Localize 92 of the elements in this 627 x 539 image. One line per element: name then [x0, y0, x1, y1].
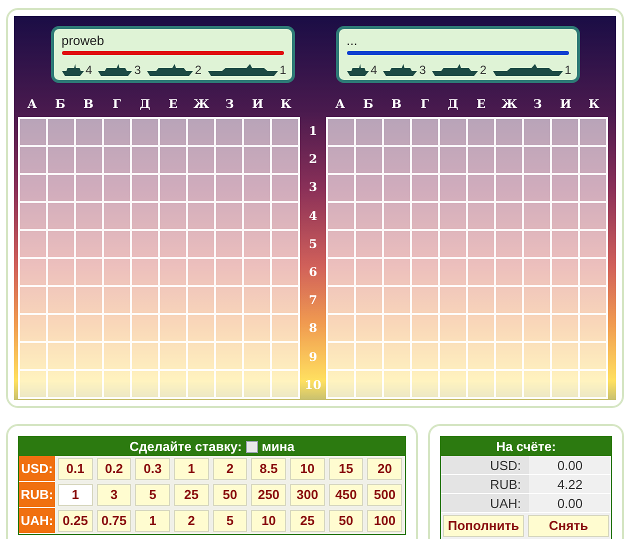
row-label: 2: [308, 151, 318, 168]
row-label: 5: [308, 236, 318, 253]
amount-button[interactable]: 20: [367, 458, 402, 480]
ship-count: 4: [370, 64, 378, 76]
column-label: З: [532, 96, 543, 113]
ship-count: 2: [480, 64, 487, 76]
amount-button[interactable]: 25: [174, 484, 209, 506]
column-label: Е: [476, 96, 487, 113]
amount-button[interactable]: 1: [174, 458, 209, 480]
column-label: И: [559, 96, 572, 113]
amount-button[interactable]: 1: [135, 510, 170, 532]
amount-button[interactable]: 50: [212, 484, 248, 506]
amount-button[interactable]: 1: [58, 484, 93, 506]
column-label: Б: [362, 96, 374, 113]
ship-count: 2: [194, 64, 202, 76]
ship-icon: [208, 64, 278, 76]
column-label: А: [26, 96, 38, 113]
balance-amount: 0.00: [556, 457, 584, 474]
column-label: А: [334, 96, 346, 113]
column-label: В: [82, 96, 95, 113]
amount-button[interactable]: 50: [328, 510, 364, 532]
game-grid[interactable]: [326, 117, 608, 399]
balance-button[interactable]: Снять: [528, 515, 609, 537]
currency-label: RUB:: [441, 475, 529, 493]
player-name: ...: [346, 33, 358, 49]
column-label: Д: [138, 96, 152, 113]
column-label: Ж: [500, 96, 518, 113]
currency-label: UAH:: [441, 494, 529, 512]
amount-button[interactable]: 10: [251, 510, 286, 532]
ship-icon: [98, 64, 132, 76]
amount-button[interactable]: 5: [212, 510, 248, 532]
player-name: proweb: [62, 33, 106, 49]
amount-button[interactable]: 2: [212, 458, 248, 480]
column-label: З: [224, 96, 235, 113]
amount-button[interactable]: 15: [328, 458, 364, 480]
currency-label: UAH:: [19, 508, 55, 534]
bet-title: Сделайте ставку:: [130, 438, 242, 456]
amount-button[interactable]: 0.75: [96, 510, 132, 532]
mine-checkbox[interactable]: [246, 440, 258, 452]
ship-count: 4: [86, 64, 92, 76]
column-label: Д: [446, 96, 460, 113]
column-label: И: [251, 96, 264, 113]
column-label: Е: [168, 96, 179, 113]
column-label: Г: [112, 96, 122, 113]
row-label: 4: [308, 208, 318, 225]
row-label: 3: [308, 179, 318, 196]
row-label: 9: [308, 348, 318, 366]
column-label: Г: [420, 96, 430, 113]
column-label: В: [390, 96, 403, 113]
ship-icon: [383, 64, 418, 76]
column-label: Б: [54, 96, 66, 113]
balance-amount: 4.22: [556, 476, 584, 493]
ship-icon: [432, 64, 478, 76]
amount-button[interactable]: 100: [367, 510, 402, 532]
amount-button[interactable]: 5: [135, 484, 170, 506]
ship-count: 3: [419, 64, 426, 76]
amount-button[interactable]: 300: [290, 484, 325, 506]
game-grid[interactable]: [18, 117, 300, 399]
currency-label: USD:: [19, 456, 55, 482]
row-label: 8: [308, 320, 318, 338]
column-label: К: [587, 96, 600, 113]
column-label: Ж: [192, 96, 210, 113]
ship-icon: [146, 64, 193, 76]
currency-label: USD:: [441, 456, 529, 474]
amount-button[interactable]: 500: [367, 484, 402, 506]
currency-label: RUB:: [19, 482, 55, 508]
amount-button[interactable]: 0.2: [96, 458, 132, 480]
amount-button[interactable]: 0.3: [135, 458, 170, 480]
amount-button[interactable]: 250: [251, 484, 286, 506]
balance-title: На счёте:: [496, 438, 556, 456]
amount-button[interactable]: 2: [174, 510, 209, 532]
ship-icon: [62, 64, 84, 76]
row-label: 6: [308, 264, 318, 282]
amount-button[interactable]: 25: [290, 510, 325, 532]
amount-button[interactable]: 3: [96, 484, 132, 506]
ship-icon: [492, 64, 563, 76]
row-label: 1: [308, 123, 318, 140]
amount-button[interactable]: 10: [290, 458, 325, 480]
balance-button[interactable]: Пополнить: [443, 515, 524, 537]
row-label: 10: [304, 376, 322, 394]
amount-button[interactable]: 8.5: [251, 458, 286, 480]
row-label: 7: [308, 292, 318, 310]
ship-count: 1: [280, 64, 286, 76]
amount-button[interactable]: 0.25: [58, 510, 93, 532]
ship-count: 1: [564, 64, 572, 76]
balance-amount: 0.00: [556, 495, 584, 512]
ship-count: 3: [134, 64, 141, 76]
amount-button[interactable]: 0.1: [58, 458, 93, 480]
mine-label: мина: [262, 438, 294, 456]
amount-button[interactable]: 450: [328, 484, 364, 506]
ship-icon: [346, 64, 368, 76]
column-label: К: [279, 96, 292, 113]
